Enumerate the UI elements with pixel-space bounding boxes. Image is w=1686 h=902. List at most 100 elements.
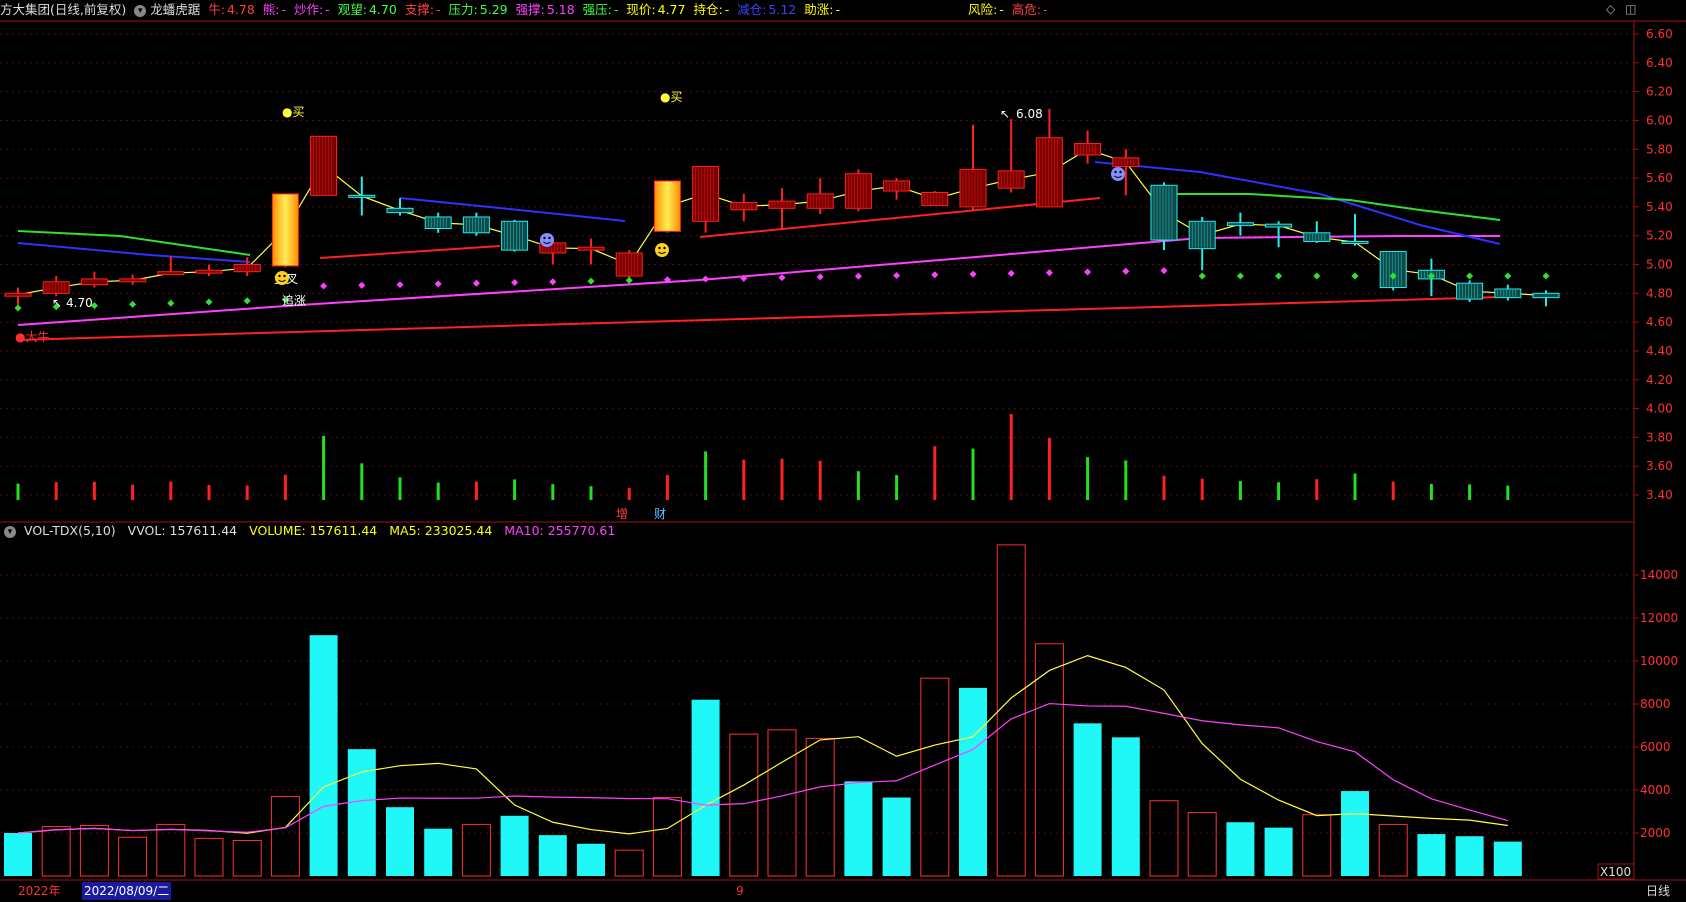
pressure-line-left <box>17 230 251 256</box>
candle-body <box>233 264 261 273</box>
mini-volume-tick <box>1391 481 1395 500</box>
low-arrow-icon: ↖ <box>52 296 62 310</box>
volume-bar <box>424 828 453 876</box>
mini-volume-tick <box>1277 482 1281 500</box>
signal-dot <box>931 271 939 279</box>
smiley-icon-eye <box>663 246 666 250</box>
mini-volume-tick <box>1086 457 1090 500</box>
mini-volume-tick <box>1238 481 1242 500</box>
candle-body <box>844 173 872 209</box>
signal-dot <box>1313 272 1321 280</box>
volume-bar <box>729 733 759 877</box>
signal-dot <box>1007 269 1015 277</box>
chase-label: 追涨 <box>282 293 306 308</box>
volume-bar <box>1187 812 1217 877</box>
price-axis: 6.60 6.40 6.20 6.00 5.80 5.60 5.40 5.20 5.00 4.80… <box>1597 27 1678 880</box>
trend-line-1 <box>319 245 501 259</box>
candle-body <box>768 200 796 209</box>
volume-bar <box>1111 737 1140 876</box>
candle-body <box>119 278 147 283</box>
chart-canvas[interactable]: ●买●买↖6.08↖4.70金叉追涨●大牛增财 6.606.406.206.00… <box>0 0 1686 902</box>
signal-dot <box>893 271 901 280</box>
event-cai-label: 财 <box>654 507 666 521</box>
dropdown-circle-icon[interactable]: ▾ <box>4 525 16 538</box>
smiley-icon-eye <box>658 246 661 250</box>
volume-tick-label: 2000 <box>1640 826 1671 840</box>
volume-bar <box>1455 836 1484 876</box>
volume-tick-label: 10000 <box>1640 654 1678 668</box>
price-tick-label: 4.80 <box>1646 286 1673 300</box>
volume-bar <box>538 835 567 876</box>
signal-dot <box>1045 269 1053 277</box>
mini-volume-tick <box>131 484 135 500</box>
signal-dot <box>778 274 786 282</box>
mini-volume-tick <box>474 481 478 500</box>
sad-face-icon <box>540 233 554 247</box>
signal-dot <box>320 282 328 290</box>
mini-volume-tick <box>1353 473 1357 500</box>
signal-dot <box>1198 272 1206 280</box>
volume-bar <box>1417 834 1446 876</box>
price-tick-label: 5.20 <box>1646 229 1673 243</box>
volume-bar <box>386 807 414 876</box>
mini-volume-tick <box>1429 483 1433 500</box>
mini-volume-tick <box>780 458 784 500</box>
candle-body <box>1303 232 1331 242</box>
signal-dot <box>14 304 22 312</box>
volume-tick-label: 4000 <box>1640 783 1671 797</box>
sad-face-icon-eye <box>543 236 546 240</box>
volume-ma5-line <box>17 654 1508 835</box>
sad-face-icon-eye <box>1119 170 1122 174</box>
vol-title[interactable]: VOL-TDX(5,10) <box>24 523 116 538</box>
mini-volume-tick <box>207 484 211 500</box>
volume-unit-label: X100 <box>1600 865 1631 879</box>
mini-volume-tick <box>1506 485 1510 500</box>
mini-volume-tick <box>322 435 326 500</box>
volume-ma-lines <box>17 654 1508 835</box>
signal-dot <box>167 299 175 307</box>
mini-volume-tick <box>398 477 402 500</box>
volume-bar <box>691 699 720 876</box>
candle-body <box>386 207 414 214</box>
price-tick-label: 4.40 <box>1646 344 1673 358</box>
volume-bar <box>844 781 873 876</box>
ma5-value: MA5: 233025.44 <box>389 523 493 538</box>
candle-body <box>806 193 834 209</box>
mini-volume-tick <box>16 483 20 500</box>
volume-bar <box>614 849 644 877</box>
period-label[interactable]: 日线 <box>1646 880 1670 902</box>
candle-body <box>959 168 987 208</box>
price-tick-label: 5.60 <box>1646 171 1673 185</box>
volume-bar <box>996 544 1026 877</box>
price-tick-label: 4.60 <box>1646 315 1673 329</box>
mini-volume-tick <box>513 479 517 500</box>
big-bull-label: ●大牛 <box>15 329 49 344</box>
candle-body <box>615 252 643 277</box>
volume-tick-label: 6000 <box>1640 740 1671 754</box>
price-tick-label: 6.60 <box>1646 27 1673 41</box>
mini-volume-tick <box>283 474 287 500</box>
price-tick-label: 5.40 <box>1646 200 1673 214</box>
grid-lines <box>0 20 1686 881</box>
signal-dot <box>434 280 442 288</box>
mini-volume-tick <box>1009 414 1013 500</box>
reduce-line-left <box>17 242 251 263</box>
event-zeng-label: 增 <box>616 507 628 521</box>
mini-volume-tick <box>1162 475 1166 500</box>
signal-dot <box>1160 267 1168 275</box>
indicator-marks: ●买●买↖6.08↖4.70金叉追涨●大牛增财 <box>14 90 1550 521</box>
volume-tick-label: 12000 <box>1640 611 1678 625</box>
price-tick-label: 3.60 <box>1646 459 1673 473</box>
volume-bar <box>232 840 262 877</box>
signal-dot <box>1351 272 1359 280</box>
smiley-icon <box>275 271 289 285</box>
volume-bar <box>1264 827 1293 876</box>
vvol-value: VVOL: 157611.44 <box>127 523 238 538</box>
low-price-label: 4.70 <box>66 296 93 310</box>
mini-volume-tick <box>360 463 364 500</box>
candle-body <box>921 191 949 206</box>
mini-volume-tick <box>1047 437 1051 500</box>
price-tick-label: 4.20 <box>1646 373 1673 387</box>
candle-body <box>42 281 70 294</box>
signal-dot <box>625 276 633 284</box>
